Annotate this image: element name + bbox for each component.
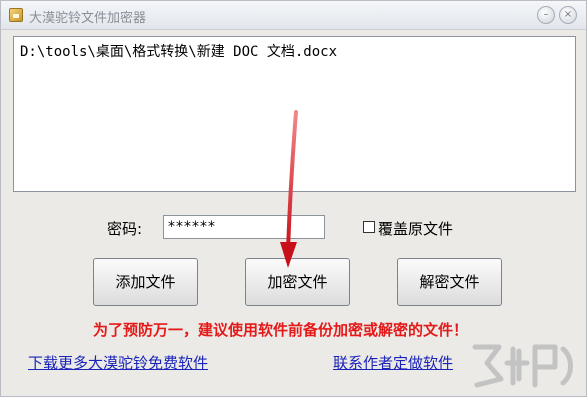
overwrite-checkbox[interactable]: [363, 221, 375, 233]
watermark-logo: [472, 344, 573, 388]
decrypt-file-button[interactable]: 解密文件: [397, 258, 502, 306]
overwrite-checkbox-label[interactable]: 覆盖原文件: [378, 218, 453, 239]
password-label: 密码:: [107, 220, 143, 238]
backup-warning-text: 为了预防万一，建议使用软件前备份加密或解密的文件！: [93, 321, 469, 339]
add-file-button[interactable]: 添加文件: [93, 258, 198, 306]
window-title: 大漠驼铃文件加密器: [29, 11, 147, 26]
app-window: 大漠驼铃文件加密器 – × D:\tools\桌面\格式转换\新建 DOC 文档…: [0, 0, 587, 397]
minimize-icon[interactable]: –: [537, 6, 555, 24]
contact-author-link[interactable]: 联系作者定做软件: [333, 352, 453, 373]
encrypt-file-button[interactable]: 加密文件: [245, 258, 350, 306]
password-input[interactable]: ******: [163, 215, 325, 239]
close-icon[interactable]: ×: [559, 6, 577, 24]
title-bar: 大漠驼铃文件加密器 – ×: [1, 1, 586, 30]
file-list-textarea[interactable]: D:\tools\桌面\格式转换\新建 DOC 文档.docx: [13, 36, 576, 192]
download-more-link[interactable]: 下载更多大漠驼铃免费软件: [28, 352, 208, 373]
app-icon: [9, 8, 23, 22]
